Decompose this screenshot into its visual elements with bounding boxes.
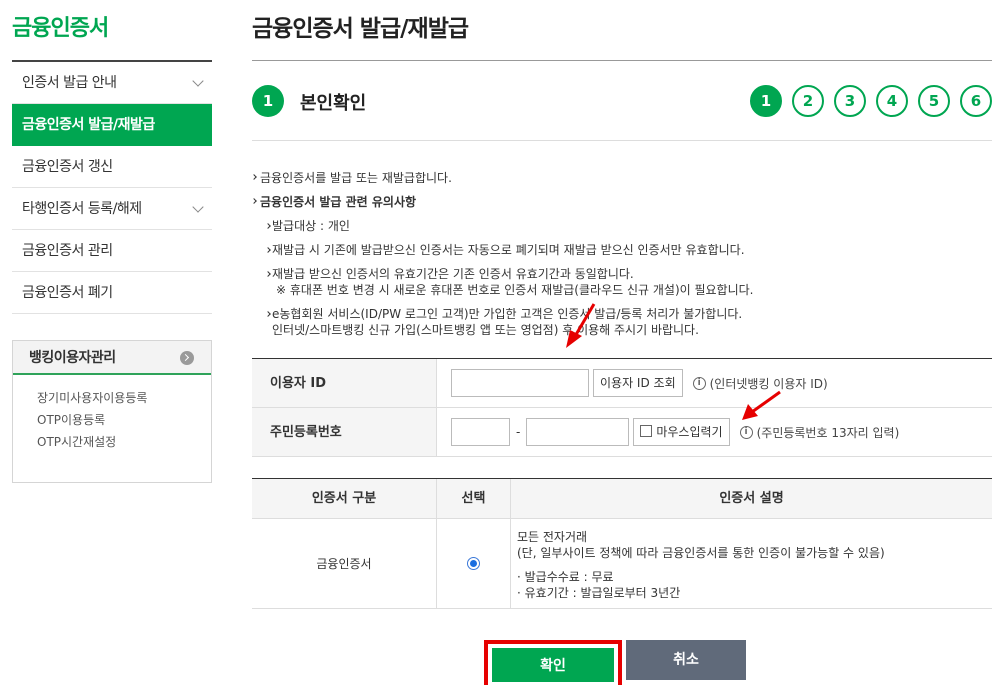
notice-item-cont: 인터넷/스마트뱅킹 신규 가입(스마트뱅킹 앱 또는 영업점) 후 이용해 주시… <box>272 323 699 337</box>
cert-type-cell: 금융인증서 <box>252 519 437 608</box>
sidebar-brand: 금융인증서 <box>12 16 109 41</box>
sidebar-item-cert-guide[interactable]: 인증서 발급 안내 <box>12 62 212 104</box>
sidebar-item-manage[interactable]: 금융인증서 관리 <box>12 230 212 272</box>
banking-user-title: 뱅킹이용자관리 <box>29 350 116 366</box>
notice-item: 발급대상 : 개인 <box>252 218 992 234</box>
step-dot: 4 <box>876 85 908 117</box>
step-dot: 1 <box>750 85 782 117</box>
banking-user-header[interactable]: 뱅킹이용자관리 <box>13 341 211 375</box>
lookup-user-id-button[interactable]: 이용자 ID 조회 <box>593 369 683 397</box>
link-long-unused[interactable]: 장기미사용자이용등록 <box>37 387 211 409</box>
banking-links: 장기미사용자이용등록 OTP이용등록 OTP시간재설정 <box>13 375 211 453</box>
user-id-label: 이용자 ID <box>252 359 437 407</box>
sidebar-item-label: 인증서 발급 안내 <box>22 75 117 91</box>
notice-heading: 금융인증서 발급 관련 유의사항 <box>252 190 992 214</box>
sidebar-item-renew[interactable]: 금융인증서 갱신 <box>12 146 212 188</box>
chevron-down-icon <box>192 75 204 87</box>
step-indicator: 1 2 3 4 5 6 <box>750 85 992 117</box>
cert-select-radio[interactable] <box>467 557 480 570</box>
table-row: 금융인증서 모든 전자거래 (단, 일부사이트 정책에 따라 금융인증서를 통한… <box>252 519 992 609</box>
sidebar-item-other-bank[interactable]: 타행인증서 등록/해제 <box>12 188 212 230</box>
rrn-hint: (주민등록번호 13자리 입력) <box>756 425 900 440</box>
cancel-button[interactable]: 취소 <box>626 640 746 680</box>
rrn-label: 주민등록번호 <box>252 408 437 456</box>
notice-item: 재발급 시 기존에 발급받으신 인증서는 자동으로 폐기되며 재발급 받으신 인… <box>252 242 992 258</box>
mouse-input-label: 마우스입력기 <box>656 425 723 439</box>
sidebar-item-revoke[interactable]: 금융인증서 폐기 <box>12 272 212 314</box>
checkbox-icon[interactable] <box>640 425 653 437</box>
col-cert-desc: 인증서 설명 <box>719 491 784 506</box>
notice-item: 재발급 받으신 인증서의 유효기간은 기존 인증서 유효기간과 동일합니다. <box>252 266 992 282</box>
step-dot: 2 <box>792 85 824 117</box>
cert-desc-cell: 모든 전자거래 (단, 일부사이트 정책에 따라 금융인증서를 통한 인증이 불… <box>517 530 885 600</box>
sidebar-item-label: 금융인증서 관리 <box>22 243 113 259</box>
current-step-badge: 1 <box>252 85 284 117</box>
user-id-hint: (인터넷뱅킹 이용자 ID) <box>709 376 828 391</box>
link-otp-register[interactable]: OTP이용등록 <box>37 409 211 431</box>
step-dot: 5 <box>918 85 950 117</box>
sidebar-item-label: 금융인증서 발급/재발급 <box>22 117 155 133</box>
form-actions: 확인 취소 <box>484 640 746 685</box>
rrn-dash: - <box>516 425 521 439</box>
confirm-highlight: 확인 <box>484 640 622 685</box>
chevron-down-icon <box>192 201 204 213</box>
user-id-input[interactable] <box>451 369 589 397</box>
page-title: 금융인증서 발급/재발급 <box>252 16 469 42</box>
info-icon: i <box>739 425 753 439</box>
rrn-back-input[interactable] <box>526 418 630 446</box>
form-row-user-id: 이용자 ID 이용자 ID 조회 i (인터넷뱅킹 이용자 ID) <box>252 359 992 408</box>
confirm-button[interactable]: 확인 <box>491 647 615 683</box>
sidebar-item-label: 금융인증서 갱신 <box>22 159 113 175</box>
step-dot: 3 <box>834 85 866 117</box>
link-otp-time-reset[interactable]: OTP시간재설정 <box>37 431 211 453</box>
mouse-input-button[interactable]: 마우스입력기 <box>633 418 730 446</box>
cert-table-header: 인증서 구분 선택 인증서 설명 <box>252 479 992 519</box>
notice-item: e농협회원 서비스(ID/PW 로그인 고객)만 가입한 고객은 인증서 발급/… <box>252 306 992 322</box>
step-dot: 6 <box>960 85 992 117</box>
sidebar-item-label: 타행인증서 등록/해제 <box>22 201 142 217</box>
col-cert-type: 인증서 구분 <box>252 479 437 518</box>
cert-table: 인증서 구분 선택 인증서 설명 금융인증서 모든 전자거래 (단, 일부사이트… <box>252 478 992 609</box>
step-label: 본인확인 <box>300 93 367 114</box>
sidebar-item-issue-reissue[interactable]: 금융인증서 발급/재발급 <box>12 104 212 146</box>
main-content: 금융인증서 발급/재발급 1 본인확인 1 2 3 4 5 6 금융인증서를 발… <box>252 0 992 685</box>
banking-user-box: 뱅킹이용자관리 장기미사용자이용등록 OTP이용등록 OTP시간재설정 <box>12 340 212 483</box>
sidebar: 금융인증서 인증서 발급 안내 금융인증서 발급/재발급 금융인증서 갱신 타행… <box>12 0 212 483</box>
sidebar-item-label: 금융인증서 폐기 <box>22 285 113 301</box>
notice-item-note: ※ 휴대폰 번호 변경 시 새로운 휴대폰 번호로 인증서 재발급(클라우드 신… <box>276 283 754 297</box>
form-row-rrn: 주민등록번호 - 마우스입력기 i (주민등록번호 13자리 입력) <box>252 408 992 457</box>
rrn-front-input[interactable] <box>451 418 510 446</box>
col-select: 선택 <box>437 479 511 518</box>
identity-form: 이용자 ID 이용자 ID 조회 i (인터넷뱅킹 이용자 ID) 주민등록번호… <box>252 358 992 457</box>
step-header: 1 본인확인 1 2 3 4 5 6 <box>252 61 992 141</box>
info-icon: i <box>692 376 706 390</box>
notice-intro: 금융인증서를 발급 또는 재발급합니다. <box>252 166 992 190</box>
notice-section: 금융인증서를 발급 또는 재발급합니다. 금융인증서 발급 관련 유의사항 발급… <box>252 141 992 338</box>
arrow-circle-icon[interactable] <box>180 351 194 365</box>
